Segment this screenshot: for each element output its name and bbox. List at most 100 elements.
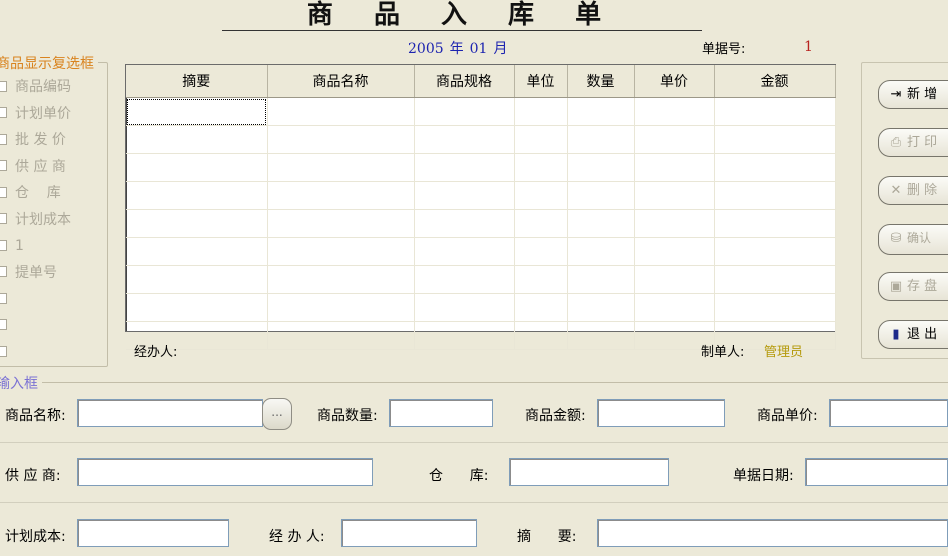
grid-column-header[interactable]: 商品规格: [414, 65, 515, 98]
checkbox-box[interactable]: [0, 160, 7, 171]
grid-cell[interactable]: [514, 125, 568, 154]
grid-cell[interactable]: [126, 153, 268, 182]
grid-cell[interactable]: [714, 153, 836, 182]
grid-cell[interactable]: [634, 265, 715, 294]
new-button[interactable]: ⇥ 新 增: [878, 80, 948, 109]
quantity-input[interactable]: [389, 399, 493, 427]
grid-column-header[interactable]: 商品名称: [267, 65, 415, 98]
grid-cell[interactable]: [567, 97, 635, 126]
grid-cell[interactable]: [126, 293, 268, 322]
display-option-checkbox[interactable]: [0, 316, 15, 336]
grid-cell[interactable]: [567, 265, 635, 294]
grid-cell[interactable]: [414, 153, 515, 182]
display-option-checkbox[interactable]: 提单号: [0, 263, 57, 283]
grid-cell[interactable]: [414, 181, 515, 210]
grid-column-header[interactable]: 数量: [567, 65, 635, 98]
grid-cell[interactable]: [567, 181, 635, 210]
checkbox-box[interactable]: [0, 107, 7, 118]
grid-cell[interactable]: [634, 125, 715, 154]
grid-cell[interactable]: [126, 97, 268, 126]
grid-cell[interactable]: [634, 237, 715, 266]
grid-cell[interactable]: [267, 293, 415, 322]
grid-column-header[interactable]: 金额: [714, 65, 836, 98]
grid-cell[interactable]: [567, 293, 635, 322]
checkbox-box[interactable]: [0, 239, 7, 251]
grid-cell[interactable]: [514, 237, 568, 266]
grid-cell[interactable]: [267, 209, 415, 238]
grid-cell[interactable]: [634, 181, 715, 210]
checkbox-box[interactable]: [0, 213, 7, 224]
grid-cell[interactable]: [514, 209, 568, 238]
bill-date-input[interactable]: [805, 458, 948, 486]
delete-button[interactable]: ✕ 删 除: [878, 176, 948, 205]
grid-cell[interactable]: [126, 265, 268, 294]
grid-cell[interactable]: [514, 97, 568, 126]
grid-cell[interactable]: [567, 321, 635, 350]
grid-cell[interactable]: [514, 181, 568, 210]
display-option-checkbox[interactable]: [0, 289, 15, 309]
display-option-checkbox[interactable]: 计划单价: [0, 104, 71, 124]
grid-cell[interactable]: [714, 237, 836, 266]
grid-cell[interactable]: [514, 153, 568, 182]
grid-cell[interactable]: [267, 97, 415, 126]
grid-cell[interactable]: [267, 153, 415, 182]
grid-cell[interactable]: [414, 293, 515, 322]
plan-cost-input[interactable]: [77, 519, 229, 547]
grid-cell[interactable]: [126, 209, 268, 238]
warehouse-input[interactable]: [509, 458, 669, 486]
browse-product-button[interactable]: ...: [262, 398, 292, 430]
unit-price-input[interactable]: [829, 399, 948, 427]
grid-cell[interactable]: [714, 265, 836, 294]
supplier-input[interactable]: [77, 458, 373, 486]
checkbox-box[interactable]: [0, 133, 7, 145]
grid-cell[interactable]: [414, 321, 515, 350]
grid-column-header[interactable]: 摘要: [126, 65, 268, 98]
grid-cell[interactable]: [514, 265, 568, 294]
checkbox-box[interactable]: [0, 292, 7, 304]
display-option-checkbox[interactable]: 1: [0, 236, 24, 256]
save-button[interactable]: ▣ 存 盘: [878, 272, 948, 301]
grid-cell[interactable]: [126, 237, 268, 266]
grid-cell[interactable]: [567, 125, 635, 154]
grid-cell[interactable]: [414, 125, 515, 154]
grid-cell[interactable]: [267, 265, 415, 294]
goods-grid[interactable]: 摘要 商品名称 商品规格 单位 数量 单价 金额: [125, 64, 836, 350]
display-option-checkbox[interactable]: 仓 库: [0, 183, 61, 203]
amount-input[interactable]: [597, 399, 725, 427]
grid-cell[interactable]: [414, 265, 515, 294]
grid-cell[interactable]: [267, 181, 415, 210]
grid-cell[interactable]: [634, 153, 715, 182]
confirm-button[interactable]: ⛁ 确认: [878, 224, 948, 255]
checkbox-box[interactable]: [0, 80, 7, 92]
grid-cell[interactable]: [714, 125, 836, 154]
grid-cell[interactable]: [567, 153, 635, 182]
checkbox-box[interactable]: [0, 186, 7, 198]
display-option-checkbox[interactable]: 供 应 商: [0, 157, 66, 177]
exit-button[interactable]: ▮ 退 出: [878, 320, 948, 349]
display-option-checkbox[interactable]: 计划成本: [0, 210, 71, 230]
grid-cell[interactable]: [714, 209, 836, 238]
grid-cell[interactable]: [126, 181, 268, 210]
checkbox-box[interactable]: [0, 345, 7, 357]
grid-cell[interactable]: [414, 237, 515, 266]
grid-column-header[interactable]: 单位: [514, 65, 568, 98]
checkbox-box[interactable]: [0, 266, 7, 277]
summary-input[interactable]: [597, 519, 948, 547]
grid-cell[interactable]: [634, 209, 715, 238]
grid-column-header[interactable]: 单价: [634, 65, 715, 98]
grid-cell[interactable]: [634, 293, 715, 322]
grid-cell[interactable]: [267, 321, 415, 350]
product-name-input[interactable]: [77, 399, 263, 427]
print-button[interactable]: ⎙ 打 印: [878, 128, 948, 157]
display-option-checkbox[interactable]: [0, 342, 15, 362]
handler-input[interactable]: [341, 519, 477, 547]
grid-cell[interactable]: [414, 97, 515, 126]
grid-cell[interactable]: [714, 97, 836, 126]
grid-cell[interactable]: [714, 181, 836, 210]
display-option-checkbox[interactable]: 商品编码: [0, 77, 71, 97]
grid-cell[interactable]: [267, 237, 415, 266]
grid-cell[interactable]: [514, 321, 568, 350]
grid-cell[interactable]: [414, 209, 515, 238]
checkbox-box[interactable]: [0, 319, 7, 330]
display-option-checkbox[interactable]: 批 发 价: [0, 130, 66, 150]
